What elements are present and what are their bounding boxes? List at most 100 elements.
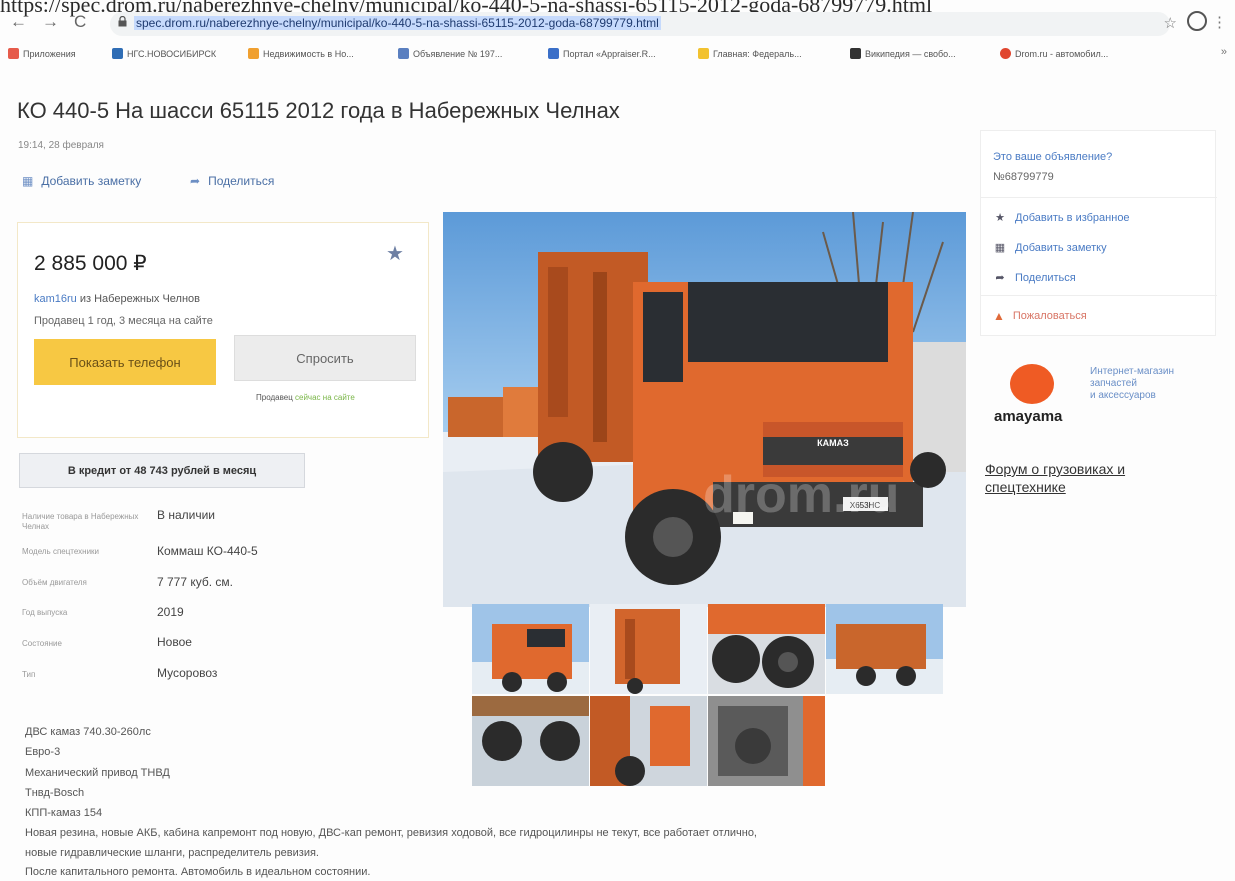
menu-dots-icon[interactable]: ⋮ xyxy=(1212,13,1227,31)
description-line: Механический привод ТНВД xyxy=(25,767,170,779)
seller-city: из Набережных Челнов xyxy=(76,293,200,305)
svg-text:КАМАЗ: КАМАЗ xyxy=(817,438,849,448)
note-icon: ▦ xyxy=(994,242,1006,254)
thumbnail-image xyxy=(590,604,707,694)
thumbnail-image xyxy=(708,604,825,694)
drom-icon xyxy=(1000,48,1011,59)
seller-info: kam16ru из Набережных Челнов xyxy=(34,293,200,305)
forum-link[interactable]: Форум о грузовиках и спецтехнике xyxy=(985,460,1125,496)
page-title: КО 440-5 На шасси 65115 2012 года в Набе… xyxy=(17,98,620,123)
back-arrow-icon[interactable]: ← xyxy=(10,12,27,32)
seller-age: Продавец 1 год, 3 месяца на сайте xyxy=(34,315,213,327)
favorite-star-icon[interactable]: ★ xyxy=(386,241,404,266)
bookmark-ad[interactable]: Объявление № 197... xyxy=(398,48,502,59)
bookmark-ngs[interactable]: НГС.НОВОСИБИРСК xyxy=(112,48,216,59)
show-phone-button[interactable]: Показать телефон xyxy=(34,339,216,385)
reload-icon[interactable]: C xyxy=(74,12,86,32)
thumbnail[interactable] xyxy=(472,696,589,786)
bookmark-federal[interactable]: Главная: Федераль... xyxy=(698,48,802,59)
add-note-link[interactable]: ▦ Добавить заметку xyxy=(22,174,141,188)
add-note-side-link[interactable]: ▦ Добавить заметку xyxy=(993,241,1107,255)
share-side-link[interactable]: ➦ Поделиться xyxy=(993,271,1075,285)
bookmark-star-icon[interactable]: ☆ xyxy=(1164,14,1177,32)
bookmarks-bar: Приложения НГС.НОВОСИБИРСК Недвижимость … xyxy=(0,42,1235,68)
spec-value-model: Коммаш КО-440-5 xyxy=(157,544,258,558)
spec-value-year: 2019 xyxy=(157,605,184,619)
bookmark-apps[interactable]: Приложения xyxy=(8,48,76,59)
divider xyxy=(981,295,1217,296)
bookmark-wikipedia[interactable]: Википедия — свобо... xyxy=(850,48,956,59)
bookmark-drom[interactable]: Drom.ru - автомобил... xyxy=(1000,48,1108,59)
warning-icon: ▲ xyxy=(993,309,1005,323)
thumbnail[interactable] xyxy=(590,604,707,694)
thumbnail[interactable] xyxy=(826,604,943,694)
description-line: Тнвд-Bosch xyxy=(25,787,85,799)
price-card: 2 885 000 ₽ ★ kam16ru из Набережных Челн… xyxy=(17,222,429,438)
amayama-brand: amayama xyxy=(994,408,1063,425)
description-line: Евро-3 xyxy=(25,746,61,758)
ad-icon xyxy=(398,48,409,59)
spec-value-type: Мусоровоз xyxy=(157,666,218,680)
description-line: КПП-камаз 154 xyxy=(25,807,103,819)
divider xyxy=(981,197,1217,198)
lightbulb-icon xyxy=(698,48,709,59)
report-link[interactable]: ▲ Пожаловаться xyxy=(993,309,1087,323)
share-arrow-icon: ➦ xyxy=(995,272,1005,284)
forward-arrow-icon[interactable]: → xyxy=(42,12,59,32)
profile-icon[interactable] xyxy=(1187,11,1207,31)
thumbnail-image xyxy=(826,604,943,694)
spec-label-type: Тип xyxy=(22,670,36,679)
spec-label-engine: Объём двигателя xyxy=(22,578,87,587)
spec-label-year: Год выпуска xyxy=(22,608,68,617)
spec-label-availability: Наличие товара в Набережных Челнах xyxy=(22,512,139,531)
listing-date: 19:14, 28 февраля xyxy=(18,140,104,151)
share-arrow-icon: ➦ xyxy=(190,174,201,188)
thumbnail-image xyxy=(472,696,589,786)
address-url[interactable]: spec.drom.ru/naberezhnye-chelny/municipa… xyxy=(134,16,661,30)
bookmarks-more-icon[interactable]: » xyxy=(1221,46,1227,58)
description-line: ДВС камаз 740.30-260лс xyxy=(25,726,151,738)
ngs-icon xyxy=(112,48,123,59)
ask-seller-button[interactable]: Спросить xyxy=(234,335,416,381)
amayama-logo-icon xyxy=(1010,364,1054,404)
wikipedia-icon xyxy=(850,48,861,59)
bookmark-realty[interactable]: Недвижимость в Но... xyxy=(248,48,354,59)
thumbnail-image xyxy=(590,696,707,786)
seller-online-status: Продавец сейчас на сайте xyxy=(256,393,355,402)
price: 2 885 000 ₽ xyxy=(34,252,147,275)
photo-watermark: drom.ru xyxy=(703,466,899,524)
thumbnail[interactable] xyxy=(472,604,589,694)
realty-icon xyxy=(248,48,259,59)
spec-label-condition: Состояние xyxy=(22,639,62,648)
spec-value-condition: Новое xyxy=(157,635,192,649)
garbage-truck-photo: КАМАЗ Х653НС drom.ru xyxy=(443,212,966,607)
credit-button[interactable]: В кредит от 48 743 рублей в месяц xyxy=(19,453,305,488)
ad-id: №68799779 xyxy=(993,171,1054,183)
lock-icon xyxy=(118,16,127,27)
appraiser-icon xyxy=(548,48,559,59)
spec-value-engine: 7 777 куб. см. xyxy=(157,575,234,589)
thumbnail[interactable] xyxy=(708,696,825,786)
main-photo[interactable]: КАМАЗ Х653НС drom.ru xyxy=(443,212,966,607)
apps-grid-icon xyxy=(8,48,19,59)
thumbnail-image xyxy=(472,604,589,694)
spec-label-model: Модель спецтехники xyxy=(22,547,100,556)
note-icon: ▦ xyxy=(22,174,34,188)
description-line: новые гидравлические шланги, распределит… xyxy=(25,847,319,859)
thumbnail[interactable] xyxy=(590,696,707,786)
add-favorite-link[interactable]: ★ Добавить в избранное xyxy=(993,211,1130,225)
share-link[interactable]: ➦ Поделиться xyxy=(190,174,274,188)
seller-link[interactable]: kam16ru xyxy=(34,293,77,305)
thumbnail-image xyxy=(708,696,825,786)
owner-actions-card: Это ваше объявление? №68799779 ★ Добавить… xyxy=(980,130,1217,336)
amayama-ad-text[interactable]: Интернет-магазин запчастей и аксессуаров xyxy=(1090,366,1174,402)
thumbnail[interactable] xyxy=(708,604,825,694)
description-line: После капитального ремонта. Автомобиль в… xyxy=(25,866,371,878)
star-icon: ★ xyxy=(995,212,1005,224)
bookmark-appraiser[interactable]: Портал «Appraiser.R... xyxy=(548,48,656,59)
description-line: Новая резина, новые АКБ, кабина капремон… xyxy=(25,827,757,839)
amayama-ad-logo[interactable]: amayama xyxy=(994,364,1076,430)
address-bar[interactable]: spec.drom.ru/naberezhnye-chelny/municipa… xyxy=(110,12,1170,36)
owner-question-link[interactable]: Это ваше объявление? xyxy=(993,151,1112,163)
browser-toolbar: ← → C spec.drom.ru/naberezhnye-chelny/mu… xyxy=(0,8,1235,38)
